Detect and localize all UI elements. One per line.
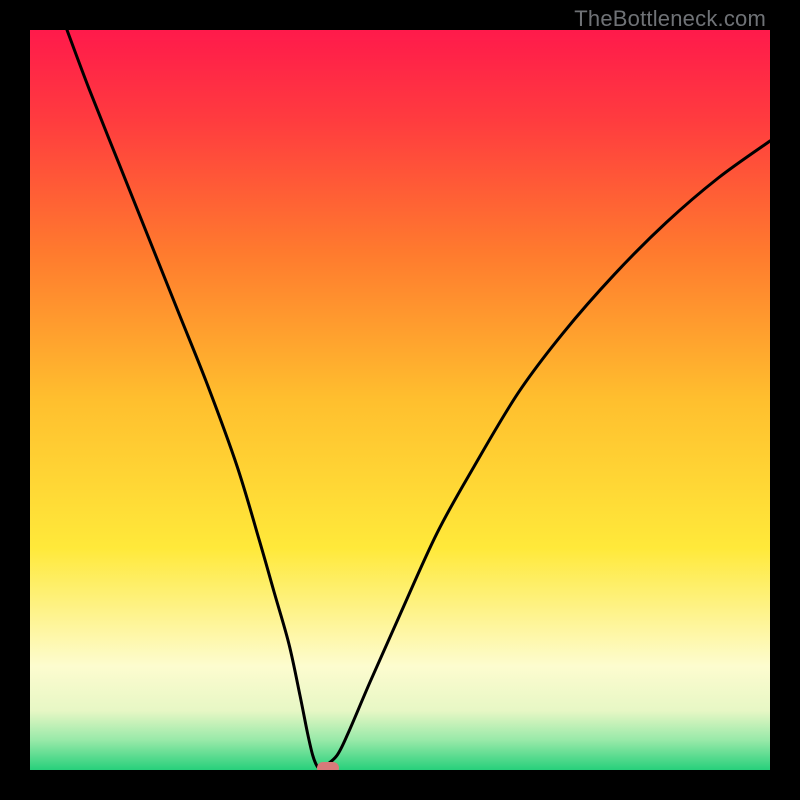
gradient-background (30, 30, 770, 770)
plot-area (30, 30, 770, 770)
attribution-text: TheBottleneck.com (574, 6, 766, 32)
minimum-marker (317, 762, 339, 770)
chart-svg (30, 30, 770, 770)
chart-frame: TheBottleneck.com (0, 0, 800, 800)
